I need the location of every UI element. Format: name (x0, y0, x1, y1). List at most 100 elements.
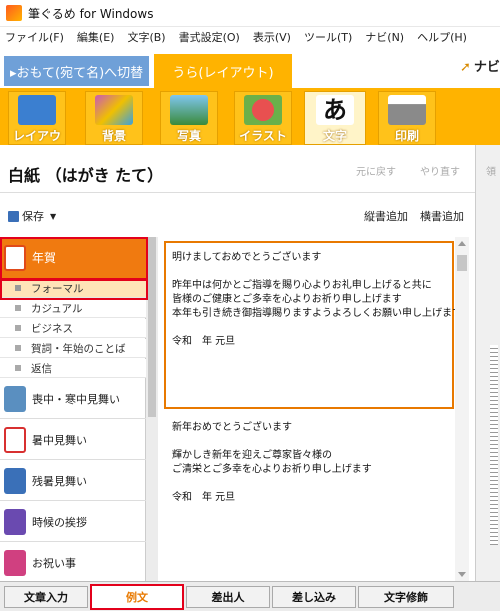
side-tabs: ▸おもて(宛て名)へ切替 うら(レイアウト) ➚ ナビ (0, 48, 500, 88)
tab-omote[interactable]: ▸おもて(宛て名)へ切替 (4, 56, 149, 86)
bullet-icon (15, 305, 21, 311)
toolbar-print-button[interactable]: 印刷 (378, 91, 436, 145)
category-late-summer[interactable]: 残暑見舞い (0, 461, 146, 501)
page-title: 白紙 （はがき たて） (8, 166, 164, 185)
hydrangea-icon (4, 508, 26, 535)
redo-button[interactable]: やり直す (420, 163, 460, 178)
printer-icon (388, 95, 426, 125)
toolbar-text-label: 文字 (322, 129, 347, 143)
example-line: 輝かしき新年を迎えご尊家皆々様の (172, 450, 332, 461)
illustration-icon (244, 95, 282, 125)
subcategory-label: 賀詞・年始のことば (31, 342, 126, 355)
menu-bar: ファイル(F) 編集(E) 文字(B) 書式設定(O) 表示(V) ツール(T)… (0, 27, 500, 47)
vertical-add-button[interactable]: 縦書追加 (364, 208, 408, 224)
subcategory-reply[interactable]: 返信 (0, 359, 146, 378)
menu-edit[interactable]: 編集(E) (77, 29, 115, 45)
example-line: 皆様のご健康とご多幸を心よりお祈り申し上げます (172, 294, 402, 305)
example-line: 明けましておめでとうございます (172, 252, 322, 263)
subcategory-casual[interactable]: カジュアル (0, 299, 146, 318)
tab-text-input[interactable]: 文章入力 (4, 586, 88, 608)
save-row: 保存 ▼ 縦書追加 横書追加 (0, 193, 475, 237)
menu-file[interactable]: ファイル(F) (5, 29, 64, 45)
example-scroll-thumb[interactable] (457, 255, 467, 271)
right-panel-edge: 領 (475, 145, 500, 581)
text-icon: あ (316, 95, 354, 125)
subcategory-label: 返信 (31, 362, 52, 375)
layout-icon (18, 95, 56, 125)
save-button[interactable]: 保存 ▼ (8, 208, 56, 224)
example-line: 昨年中は何かとご指導を賜り心よりお礼申し上げると共に (172, 280, 432, 291)
subcategory-label: カジュアル (31, 302, 83, 315)
subcategory-greetings[interactable]: 賀詞・年始のことば (0, 339, 146, 358)
category-celebration[interactable]: お祝い事 (0, 543, 146, 583)
toolbar-layout-button[interactable]: レイアウト (8, 91, 66, 160)
toolbar-photo-button[interactable]: 写真 (160, 91, 218, 145)
example-scrollbar[interactable] (455, 237, 469, 581)
menu-navi[interactable]: ナビ(N) (365, 29, 404, 45)
example-line: ご清栄とご多幸を心よりお祈り申し上げます (172, 464, 372, 475)
cursor-arrow-icon: ➚ (460, 60, 471, 75)
tab-insert[interactable]: 差し込み (272, 586, 356, 608)
navi-label: ナビ (473, 60, 500, 75)
menu-view[interactable]: 表示(V) (253, 29, 291, 45)
example-card-selected[interactable]: 明けましておめでとうございます 昨年中は何かとご指導を賜り心よりお礼申し上げると… (164, 241, 462, 409)
category-label: 残暑見舞い (32, 474, 87, 488)
toolbar-illust-button[interactable]: イラスト (234, 91, 292, 145)
bullet-icon (15, 365, 21, 371)
late-summer-icon (4, 467, 26, 494)
menu-tools[interactable]: ツール(T) (304, 29, 352, 45)
example-line: 令和 年 元旦 (172, 492, 236, 503)
mourning-icon (4, 385, 26, 412)
highlight-subcategory (0, 279, 148, 300)
toolbar-photo-label: 写真 (176, 129, 201, 143)
scroll-up-icon[interactable] (458, 241, 466, 246)
window-title: 筆ぐるめ for Windows (28, 6, 154, 21)
undo-button[interactable]: 元に戻す (356, 163, 396, 178)
category-seasonal[interactable]: 時候の挨拶 (0, 502, 146, 542)
highlight-category (0, 237, 148, 280)
category-mourning[interactable]: 喪中・寒中見舞い (0, 379, 146, 419)
category-summer[interactable]: 暑中見舞い (0, 420, 146, 460)
subcategory-label: ビジネス (31, 322, 73, 335)
document-header: 白紙 （はがき たて） 元に戻す やり直す (0, 145, 475, 193)
example-line (172, 477, 446, 491)
right-panel-label: 領 (486, 167, 496, 178)
example-line (172, 265, 446, 279)
photo-icon (170, 95, 208, 125)
navi-button[interactable]: ➚ ナビ (460, 56, 500, 75)
scroll-down-icon[interactable] (458, 572, 466, 577)
example-line: 令和 年 元旦 (172, 336, 236, 347)
horizontal-add-button[interactable]: 横書追加 (420, 208, 464, 224)
sidebar-scroll-thumb[interactable] (148, 237, 156, 417)
example-line (172, 321, 446, 335)
category-label: 時候の挨拶 (32, 515, 87, 529)
category-label: 暑中見舞い (32, 433, 87, 447)
tab-examples[interactable]: 例文 (90, 584, 184, 610)
toolbar-text-button[interactable]: あ 文字 (304, 91, 366, 145)
example-line (172, 435, 446, 449)
example-line: 本年も引き続き御指導賜りますようよろしくお願い申し上げます (172, 308, 462, 319)
bottom-tab-bar: 文章入力 例文 差出人 差し込み 文字修飾 (0, 581, 500, 611)
subcategory-business[interactable]: ビジネス (0, 319, 146, 338)
example-list: 明けましておめでとうございます 昨年中は何かとご指導を賜り心よりお礼申し上げると… (158, 237, 475, 581)
bullet-icon (15, 325, 21, 331)
main-toolbar: レイアウト 背景 写真 イラスト あ 文字 印刷 (0, 88, 500, 160)
tab-sender[interactable]: 差出人 (186, 586, 270, 608)
menu-format[interactable]: 書式設定(O) (179, 29, 240, 45)
chevron-down-icon[interactable]: ▼ (50, 212, 56, 221)
example-line: 新年おめでとうございます (172, 422, 292, 433)
tab-text-decoration[interactable]: 文字修飾 (358, 586, 454, 608)
menu-help[interactable]: ヘルプ(H) (417, 29, 467, 45)
example-card[interactable]: 新年おめでとうございます 輝かしき新年を迎えご尊家皆々様の ご清栄とご多幸を心よ… (164, 413, 454, 573)
tab-ura[interactable]: うら(レイアウト) (154, 54, 292, 88)
toolbar-background-button[interactable]: 背景 (85, 91, 143, 145)
title-bar: 筆ぐるめ for Windows (0, 0, 500, 27)
menu-text[interactable]: 文字(B) (127, 29, 165, 45)
app-icon (6, 5, 22, 21)
save-label: 保存 (22, 210, 44, 223)
background-icon (95, 95, 133, 125)
toolbar-print-label: 印刷 (394, 129, 419, 143)
category-label: 喪中・寒中見舞い (32, 392, 120, 406)
category-label: お祝い事 (32, 556, 76, 570)
gift-icon (4, 549, 26, 576)
